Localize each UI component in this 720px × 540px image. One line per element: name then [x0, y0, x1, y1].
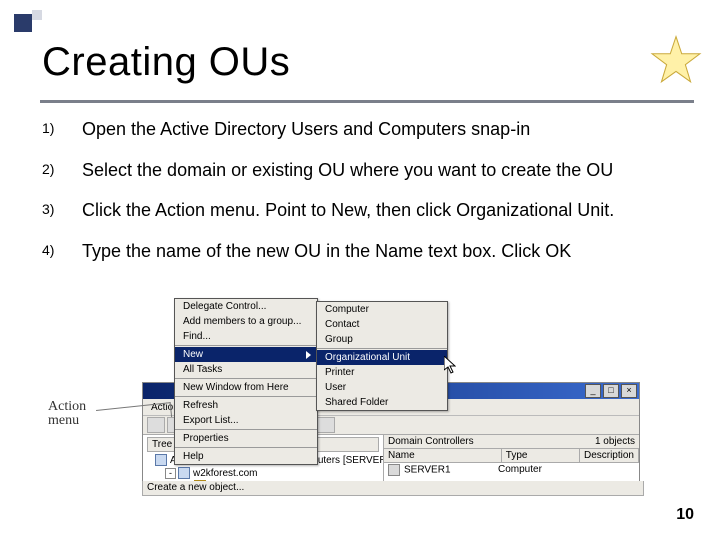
- slide-title: Creating OUs: [42, 40, 290, 85]
- col-desc[interactable]: Description: [580, 449, 639, 462]
- steps-list: Open the Active Directory Users and Comp…: [42, 118, 690, 280]
- menu-all-tasks[interactable]: All Tasks: [175, 362, 317, 377]
- domain-icon: [178, 467, 190, 479]
- title-underline: [40, 100, 694, 103]
- close-icon[interactable]: ×: [621, 384, 637, 398]
- col-name[interactable]: Name: [384, 449, 502, 462]
- submenu-user[interactable]: User: [317, 380, 447, 395]
- submenu-ou[interactable]: Organizational Unit: [317, 350, 447, 365]
- tree-domain[interactable]: -w2kforest.com: [147, 467, 379, 480]
- step-3: Click the Action menu. Point to New, the…: [42, 199, 690, 222]
- list-row[interactable]: SERVER1 Computer: [384, 463, 639, 477]
- new-submenu: Computer Contact Group Organizational Un…: [316, 301, 448, 411]
- menu-refresh[interactable]: Refresh: [175, 398, 317, 413]
- submenu-computer[interactable]: Computer: [317, 302, 447, 317]
- submenu-printer[interactable]: Printer: [317, 365, 447, 380]
- status-bar: Create a new object...: [142, 481, 644, 496]
- menu-help[interactable]: Help: [175, 449, 317, 464]
- submenu-contact[interactable]: Contact: [317, 317, 447, 332]
- computer-icon: [388, 464, 400, 476]
- step-1: Open the Active Directory Users and Comp…: [42, 118, 690, 141]
- minimize-icon[interactable]: _: [585, 384, 601, 398]
- list-header: Name Type Description: [384, 449, 639, 463]
- submenu-group[interactable]: Group: [317, 332, 447, 347]
- menu-new[interactable]: New: [175, 347, 317, 362]
- slide-bullet-decoration: [14, 14, 32, 32]
- list-info: Domain Controllers 1 objects: [384, 435, 639, 449]
- menu-properties[interactable]: Properties: [175, 431, 317, 446]
- cursor-icon: [444, 356, 456, 374]
- menu-export[interactable]: Export List...: [175, 413, 317, 428]
- context-menu: Delegate Control... Add members to a gro…: [174, 298, 318, 465]
- embedded-screenshot: _ □ × Action View Tree Active Directo: [100, 298, 640, 496]
- callout-label: Actionmenu: [48, 400, 86, 428]
- star-icon: [650, 34, 702, 86]
- step-2: Select the domain or existing OU where y…: [42, 159, 690, 182]
- col-type[interactable]: Type: [502, 449, 580, 462]
- menu-find[interactable]: Find...: [175, 329, 317, 344]
- menu-add-group[interactable]: Add members to a group...: [175, 314, 317, 329]
- menu-new-window[interactable]: New Window from Here: [175, 380, 317, 395]
- step-4: Type the name of the new OU in the Name …: [42, 240, 690, 263]
- submenu-shared[interactable]: Shared Folder: [317, 395, 447, 410]
- maximize-icon[interactable]: □: [603, 384, 619, 398]
- console-icon: [155, 454, 167, 466]
- toolbar-find-icon[interactable]: [317, 417, 335, 433]
- page-number: 10: [676, 506, 694, 524]
- menu-delegate[interactable]: Delegate Control...: [175, 299, 317, 314]
